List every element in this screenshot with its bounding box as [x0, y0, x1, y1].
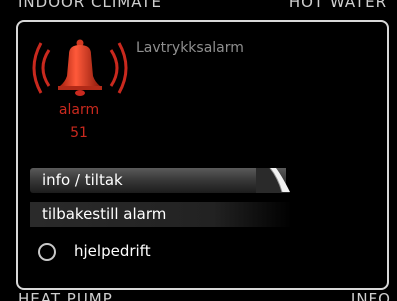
tab-heat-pump: HEAT PUMP: [18, 290, 113, 301]
alarm-bell-icon: [32, 39, 128, 96]
radio-button[interactable]: [38, 243, 56, 261]
tab-hot-water: HOT WATER: [288, 0, 387, 11]
menu-item-info-tiltak[interactable]: info / tiltak: [30, 168, 286, 193]
alarm-code: 51: [70, 125, 88, 141]
dialog-title: Lavtrykksalarm: [136, 40, 244, 56]
display-screen: INDOOR CLIMATE HOT WATER HEAT PUMP INFO: [0, 0, 397, 301]
tab-indoor-climate: INDOOR CLIMATE: [18, 0, 162, 11]
menu-item-tilbakestill-alarm[interactable]: tilbakestill alarm: [30, 202, 292, 227]
alarm-dialog: Lavtrykksalarm alarm 51 info / tiltak ti…: [16, 20, 389, 290]
hjelpedrift-label: hjelpedrift: [74, 242, 151, 260]
alarm-label: alarm: [58, 102, 100, 118]
page-curl-icon: [256, 168, 290, 193]
tab-info: INFO: [350, 290, 391, 301]
